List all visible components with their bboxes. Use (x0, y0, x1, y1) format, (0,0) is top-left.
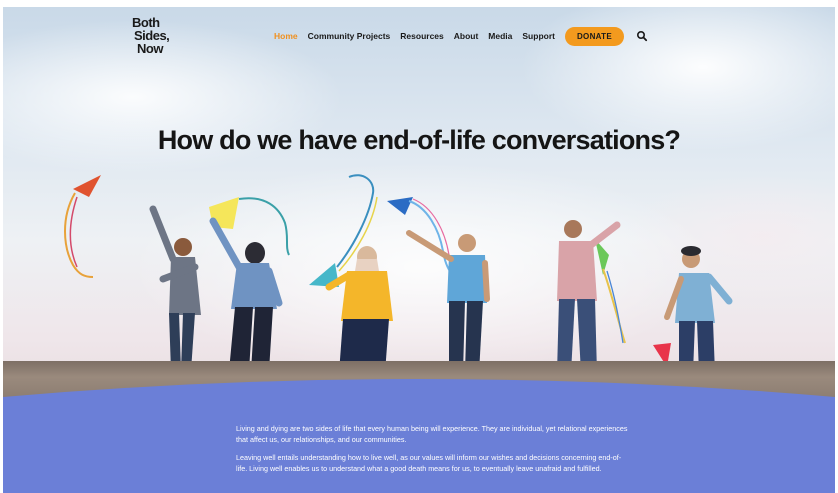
hero-photo (64, 174, 733, 373)
search-icon[interactable] (636, 30, 648, 42)
nav-item-resources[interactable]: Resources (400, 31, 443, 41)
person-blue-tshirt (406, 230, 490, 373)
nav-item-about[interactable]: About (454, 31, 479, 41)
nav-item-media[interactable]: Media (488, 31, 512, 41)
logo-line-3: Now (137, 41, 163, 56)
kite-blue (387, 197, 454, 276)
intro-paragraph-2: Leaving well entails understanding how t… (236, 453, 622, 473)
person-grey-jacket (149, 205, 201, 371)
hero-title: How do we have end-of-life conversations… (157, 125, 681, 155)
page-frame: Both Sides, Now Home Community Projects … (3, 7, 835, 493)
nav-item-home[interactable]: Home (274, 31, 298, 41)
site-logo[interactable]: Both Sides, Now (132, 16, 172, 55)
intro-text: Living and dying are two sides of life t… (236, 424, 628, 482)
nav-item-community-projects[interactable]: Community Projects (308, 31, 391, 41)
person-pink-shirt (557, 220, 621, 373)
nav-item-support[interactable]: Support (522, 31, 555, 41)
intro-paragraph-1: Living and dying are two sides of life t… (236, 424, 628, 444)
kite-red (64, 175, 101, 278)
kite-green (595, 239, 626, 344)
main-nav: Home Community Projects Resources About … (274, 26, 648, 46)
person-denim-shirt (209, 217, 283, 371)
person-light-blue-shirt (664, 246, 733, 373)
donate-button[interactable]: DONATE (564, 26, 624, 46)
